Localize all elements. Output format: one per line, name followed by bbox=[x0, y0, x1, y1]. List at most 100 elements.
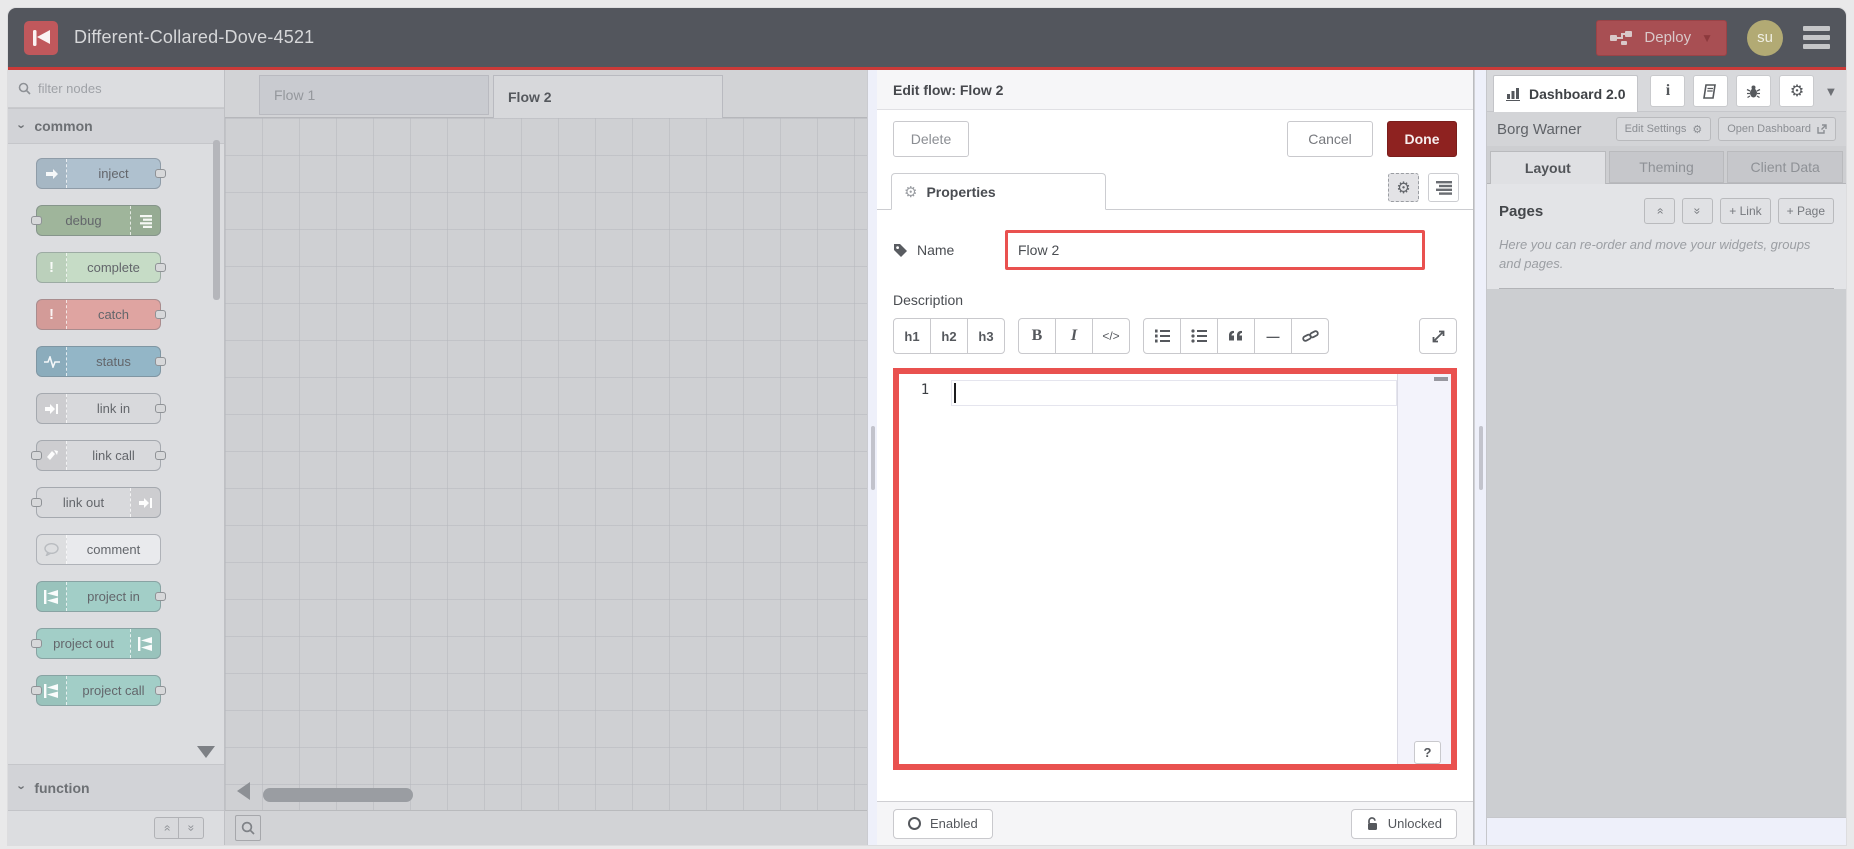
cancel-button[interactable]: Cancel bbox=[1287, 121, 1373, 157]
deploy-button[interactable]: Deploy ▼ bbox=[1596, 19, 1727, 56]
delete-button[interactable]: Delete bbox=[893, 121, 969, 157]
chevron-down-icon: › bbox=[14, 123, 30, 129]
workspace-title: Different-Collared-Dove-4521 bbox=[74, 27, 315, 47]
sidebar-menu-caret-icon[interactable]: ▼ bbox=[1824, 84, 1837, 99]
tab-theming[interactable]: Theming bbox=[1608, 151, 1725, 183]
editor-line-number: 1 bbox=[920, 382, 930, 398]
add-link-button[interactable]: + Link bbox=[1720, 198, 1771, 224]
palette-scroll-down-icon[interactable] bbox=[197, 746, 215, 758]
palette-node-status[interactable]: status bbox=[36, 346, 166, 377]
add-page-button[interactable]: + Page bbox=[1777, 198, 1834, 224]
user-avatar[interactable]: su bbox=[1747, 19, 1783, 56]
palette-node-link-in[interactable]: link in bbox=[36, 393, 166, 424]
output-port bbox=[155, 592, 166, 601]
horizontal-rule-button[interactable]: — bbox=[1254, 318, 1292, 354]
palette-category-function[interactable]: › function bbox=[8, 764, 224, 810]
edit-settings-button[interactable]: Edit Settings ⚙ bbox=[1615, 117, 1712, 141]
horizontal-scrollbar-thumb[interactable] bbox=[263, 788, 413, 802]
tab-dashboard-2[interactable]: Dashboard 2.0 bbox=[1493, 74, 1639, 113]
link-out-icon bbox=[130, 488, 160, 517]
flow-lock-toggle[interactable]: Unlocked bbox=[1350, 808, 1457, 839]
flow-properties-form: Name Description h1 h2 h3 B I </> bbox=[877, 210, 1473, 801]
dashboard-project-name: Borg Warner bbox=[1497, 120, 1582, 138]
workspace-grid[interactable] bbox=[225, 118, 867, 810]
right-sidebar: Dashboard 2.0 i ⚙ ▼ Borg Warner Edit Set… bbox=[1487, 70, 1846, 845]
italic-button[interactable]: I bbox=[1055, 318, 1093, 354]
palette-category-common[interactable]: › common bbox=[8, 108, 224, 144]
tray-resize-strip bbox=[867, 70, 877, 845]
editor-active-line bbox=[951, 380, 1397, 406]
tab-properties[interactable]: ⚙ Properties bbox=[891, 173, 1106, 210]
palette-node-project-call[interactable]: project call bbox=[31, 675, 166, 706]
open-dashboard-button[interactable]: Open Dashboard bbox=[1718, 117, 1836, 141]
tray-footer: Enabled Unlocked bbox=[877, 801, 1473, 845]
flow-name-input[interactable] bbox=[1005, 230, 1425, 270]
header: Different-Collared-Dove-4521 Deploy ▼ su bbox=[8, 8, 1846, 70]
input-port bbox=[31, 498, 42, 507]
info-tab-button[interactable]: i bbox=[1650, 75, 1686, 107]
output-port bbox=[155, 404, 166, 413]
status-wave-icon bbox=[37, 347, 67, 376]
pages-hint-text: Here you can re-order and move your widg… bbox=[1499, 237, 1811, 271]
node-red-window: Different-Collared-Dove-4521 Deploy ▼ su… bbox=[8, 8, 1846, 845]
palette-node-link-call[interactable]: link call bbox=[31, 440, 166, 471]
node-red-logo-icon bbox=[24, 20, 58, 55]
expand-icon bbox=[1432, 330, 1444, 342]
editor-help-button[interactable]: ? bbox=[1414, 741, 1441, 764]
bold-button[interactable]: B bbox=[1018, 318, 1056, 354]
gear-icon: ⚙ bbox=[1789, 83, 1805, 100]
tab-flow-1[interactable]: Flow 1 bbox=[259, 75, 489, 115]
palette-search[interactable] bbox=[8, 70, 224, 108]
output-port bbox=[155, 686, 166, 695]
deploy-caret-icon[interactable]: ▼ bbox=[1701, 31, 1713, 45]
flow-tab-bar: Flow 1 Flow 2 bbox=[225, 70, 867, 118]
blockquote-button[interactable] bbox=[1217, 318, 1255, 354]
palette-footer: » » bbox=[8, 810, 224, 845]
expand-editor-button[interactable] bbox=[1419, 318, 1457, 354]
main-menu-icon[interactable] bbox=[1803, 26, 1830, 49]
done-button[interactable]: Done bbox=[1387, 121, 1457, 157]
palette-node-project-out[interactable]: project out bbox=[31, 628, 161, 659]
help-tab-button[interactable] bbox=[1693, 75, 1729, 107]
palette-node-inject[interactable]: inject bbox=[36, 158, 166, 189]
expand-all-categories-button[interactable]: » bbox=[179, 817, 204, 839]
tab-layout[interactable]: Layout bbox=[1490, 151, 1606, 184]
link-button[interactable] bbox=[1291, 318, 1329, 354]
filter-nodes-input[interactable] bbox=[38, 81, 188, 96]
edit-properties-view-button[interactable]: ⚙ bbox=[1388, 173, 1419, 202]
scroll-left-icon[interactable] bbox=[237, 782, 250, 800]
editor-text-area[interactable] bbox=[951, 374, 1397, 764]
heading3-button[interactable]: h3 bbox=[967, 318, 1005, 354]
canvas-zoom-button[interactable] bbox=[235, 815, 261, 841]
debug-tab-button[interactable] bbox=[1736, 75, 1772, 107]
palette-scrollbar-thumb[interactable] bbox=[213, 140, 220, 300]
palette-node-debug[interactable]: debug bbox=[31, 205, 161, 236]
flow-canvas: Flow 1 Flow 2 bbox=[225, 70, 867, 845]
flow-enabled-toggle[interactable]: Enabled bbox=[893, 808, 993, 839]
inject-icon bbox=[37, 159, 67, 188]
external-link-icon bbox=[1817, 124, 1827, 134]
config-tab-button[interactable]: ⚙ bbox=[1779, 75, 1815, 107]
sidebar-resize-handle[interactable] bbox=[1478, 425, 1483, 490]
ordered-list-button[interactable] bbox=[1143, 318, 1181, 354]
canvas-footer bbox=[225, 810, 867, 845]
palette-node-complete[interactable]: ! complete bbox=[36, 252, 166, 283]
collapse-all-categories-button[interactable]: » bbox=[154, 817, 179, 839]
editor-scrollbar-thumb[interactable] bbox=[1434, 377, 1448, 381]
palette-node-project-in[interactable]: project in bbox=[36, 581, 166, 612]
info-icon: i bbox=[1665, 82, 1671, 99]
link-icon bbox=[1301, 329, 1319, 342]
tab-client-data[interactable]: Client Data bbox=[1727, 151, 1844, 183]
palette-node-comment[interactable]: comment bbox=[36, 534, 161, 565]
heading1-button[interactable]: h1 bbox=[893, 318, 931, 354]
move-down-button[interactable]: » bbox=[1682, 198, 1714, 224]
description-list-view-button[interactable] bbox=[1428, 173, 1459, 202]
tab-flow-2[interactable]: Flow 2 bbox=[493, 75, 723, 118]
code-button[interactable]: </> bbox=[1092, 318, 1130, 354]
palette-node-link-out[interactable]: link out bbox=[31, 487, 161, 518]
palette-node-catch[interactable]: ! catch bbox=[36, 299, 166, 330]
unordered-list-button[interactable] bbox=[1180, 318, 1218, 354]
heading2-button[interactable]: h2 bbox=[930, 318, 968, 354]
move-up-button[interactable]: » bbox=[1644, 198, 1676, 224]
tray-resize-handle[interactable] bbox=[870, 425, 875, 490]
